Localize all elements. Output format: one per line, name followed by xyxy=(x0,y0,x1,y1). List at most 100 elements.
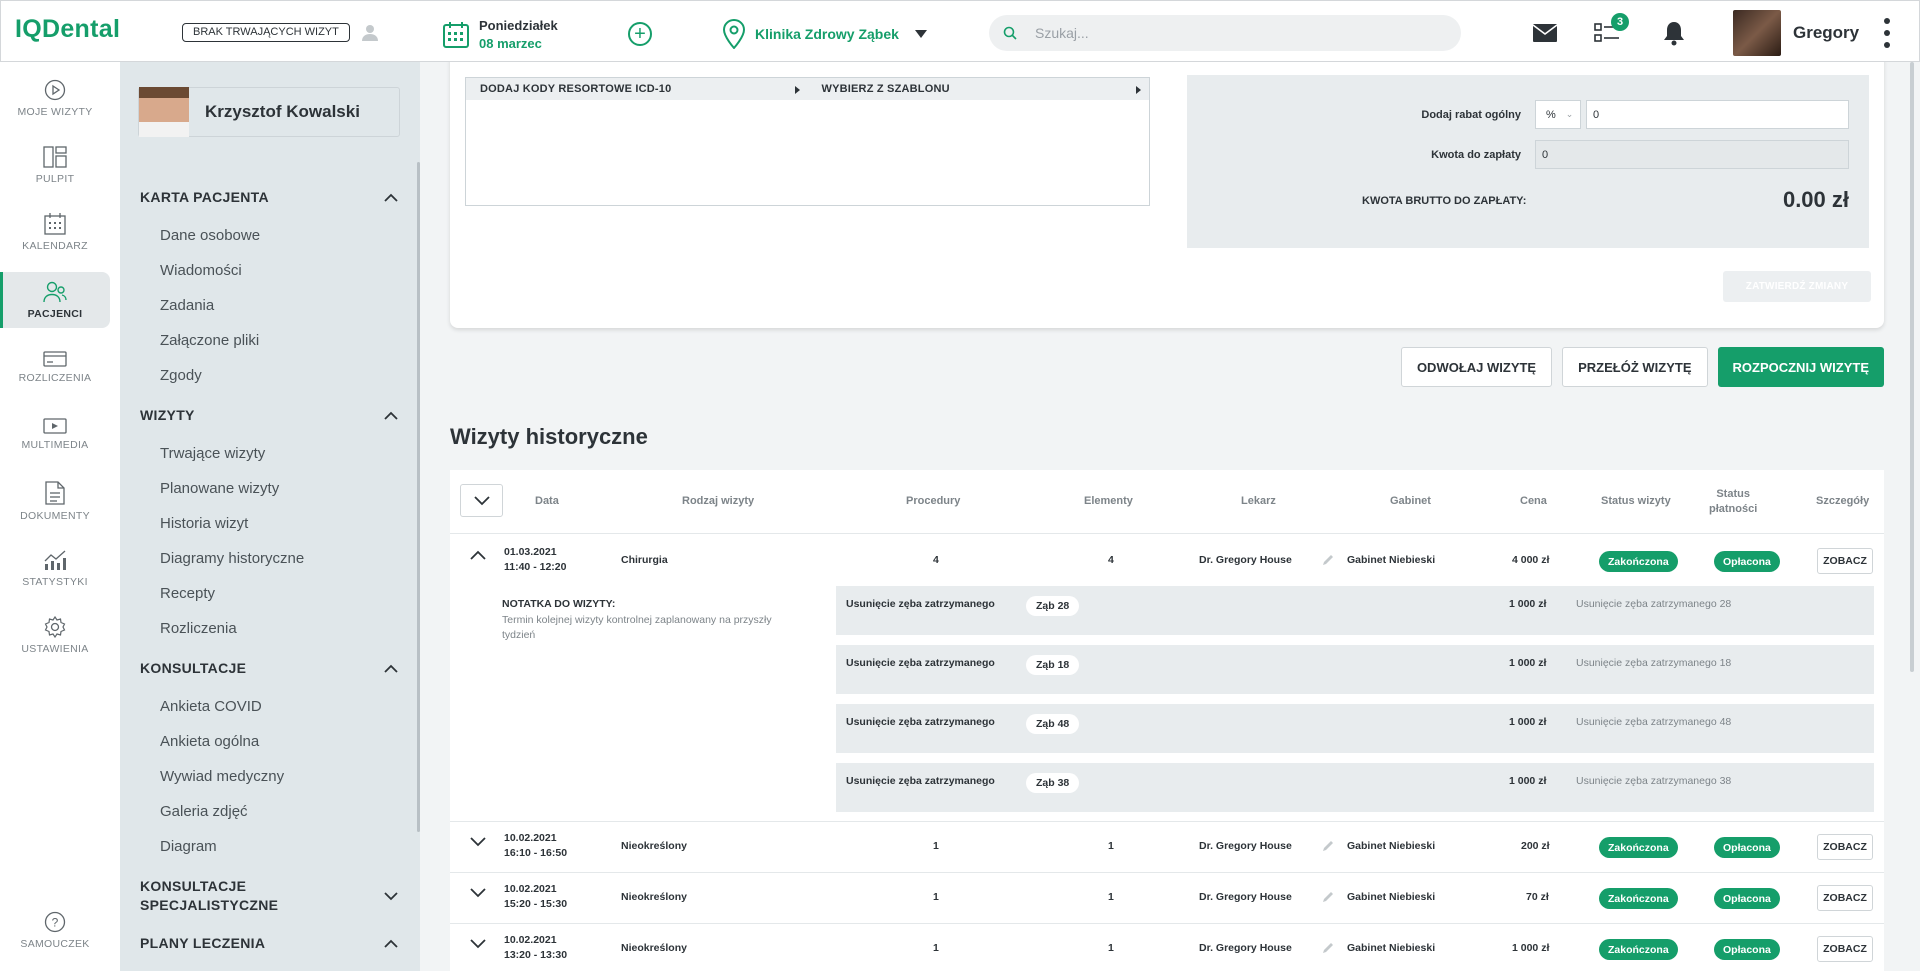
menu-messages[interactable]: Wiadomości xyxy=(160,262,242,279)
menu-personal-data[interactable]: Dane osobowe xyxy=(160,227,260,244)
col-doctor[interactable]: Lekarz xyxy=(1241,495,1276,507)
menu-settlements[interactable]: Rozliczenia xyxy=(160,620,237,637)
nav-label: STATYSTYKI xyxy=(22,575,88,588)
start-visit-button[interactable]: ROZPOCZNIJ WIZYTĘ xyxy=(1717,347,1884,387)
row-divider xyxy=(450,872,1884,873)
plus-icon: + xyxy=(634,23,646,45)
menu-visit-history[interactable]: Historia wizyt xyxy=(160,515,248,532)
pencil-icon[interactable] xyxy=(1321,839,1335,853)
nav-settings[interactable]: USTAWIENIA xyxy=(0,607,110,663)
pencil-icon[interactable] xyxy=(1321,890,1335,904)
visit-date: 10.02.2021 xyxy=(504,883,557,895)
mail-icon xyxy=(1532,24,1558,42)
nav-billing[interactable]: ROZLICZENIA xyxy=(0,339,110,395)
search-bar[interactable] xyxy=(989,15,1461,51)
discount-input[interactable]: 0 xyxy=(1586,100,1849,129)
menu-attached-files[interactable]: Załączone pliki xyxy=(160,332,259,349)
no-ongoing-visits-button[interactable]: BRAK TRWAJĄCYCH WIZYT xyxy=(182,23,350,42)
chevron-up-icon xyxy=(384,193,398,202)
menu-historical-diagrams[interactable]: Diagramy historyczne xyxy=(160,550,304,567)
menu-covid-survey[interactable]: Ankieta COVID xyxy=(160,698,262,715)
nav-tutorial[interactable]: ? SAMOUCZEK xyxy=(0,902,110,958)
chevron-down-icon[interactable] xyxy=(470,888,486,898)
discount-type-select[interactable]: % ⌄ xyxy=(1535,100,1581,129)
more-menu-button[interactable] xyxy=(1883,18,1891,48)
chevron-down-icon[interactable] xyxy=(470,837,486,847)
menu-planned-visits[interactable]: Planowane wizyty xyxy=(160,480,279,497)
procedure-description: Usunięcie zęba zatrzymanego 48 xyxy=(1576,716,1732,728)
app-logo[interactable]: IQDental xyxy=(15,15,120,44)
date-day: Poniedziałek xyxy=(479,18,558,33)
col-office[interactable]: Gabinet xyxy=(1390,495,1431,507)
username[interactable]: Gregory xyxy=(1793,23,1859,43)
tasks-button[interactable]: 3 xyxy=(1593,13,1629,47)
help-icon: ? xyxy=(44,911,66,932)
nav-patients[interactable]: PACJENCI xyxy=(0,272,110,328)
row-divider xyxy=(450,923,1884,924)
confirm-changes-button[interactable]: ZATWIERDŹ ZMIANY xyxy=(1723,271,1871,302)
reschedule-visit-button[interactable]: PRZEŁÓŻ WIZYTĘ xyxy=(1562,347,1708,387)
chevron-down-icon[interactable] xyxy=(470,939,486,949)
menu-prescriptions[interactable]: Recepty xyxy=(160,585,215,602)
details-button[interactable]: ZOBACZ xyxy=(1817,548,1873,574)
section-treatment-plans[interactable]: PLANY LECZENIA xyxy=(140,934,398,953)
notifications-button[interactable] xyxy=(1660,19,1688,47)
current-date[interactable]: Poniedziałek 08 marzec xyxy=(443,18,558,51)
pencil-icon[interactable] xyxy=(1321,553,1335,567)
menu-diagram[interactable]: Diagram xyxy=(160,838,217,855)
nav-calendar[interactable]: KALENDARZ xyxy=(0,204,110,260)
menu-ongoing-visits[interactable]: Trwające wizyty xyxy=(160,445,265,462)
cancel-visit-button[interactable]: ODWOŁAJ WIZYTĘ xyxy=(1400,347,1553,387)
col-visit-type[interactable]: Rodzaj wizyty xyxy=(682,495,754,507)
col-price[interactable]: Cena xyxy=(1520,495,1547,507)
add-visit-button[interactable]: + xyxy=(628,22,652,46)
menu-consents[interactable]: Zgody xyxy=(160,367,202,384)
nav-my-visits[interactable]: MOJE WIZYTY xyxy=(0,70,110,126)
visit-type: Chirurgia xyxy=(621,554,668,566)
procedure-item[interactable]: Usunięcie zęba zatrzymanego Ząb 28 1 000… xyxy=(836,586,1874,635)
user-avatar[interactable] xyxy=(1733,10,1781,56)
choose-template-button[interactable]: WYBIERZ Z SZABLONU xyxy=(808,78,1150,100)
expand-all-button[interactable] xyxy=(460,484,503,517)
col-visit-status[interactable]: Status wizyty xyxy=(1601,495,1671,507)
nav-dashboard[interactable]: PULPIT xyxy=(0,137,110,193)
search-input[interactable] xyxy=(1035,25,1435,41)
main-scrollbar[interactable] xyxy=(1910,62,1914,672)
col-details[interactable]: Szczegóły xyxy=(1816,495,1869,507)
details-button[interactable]: ZOBACZ xyxy=(1817,936,1873,962)
col-procedures[interactable]: Procedury xyxy=(906,495,960,507)
pencil-icon[interactable] xyxy=(1321,941,1335,955)
nav-statistics[interactable]: STATYSTYKI xyxy=(0,540,110,596)
menu-tasks[interactable]: Zadania xyxy=(160,297,214,314)
chevron-up-icon xyxy=(384,939,398,948)
section-visits[interactable]: WIZYTY xyxy=(140,406,398,425)
visit-status-badge: Zakończona xyxy=(1599,837,1678,858)
section-specialist-consultations[interactable]: KONSULTACJE SPECJALISTYCZNE xyxy=(140,877,398,915)
menu-medical-interview[interactable]: Wywiad medyczny xyxy=(160,768,284,785)
add-icd-codes-label: DODAJ KODY RESORTOWE ICD-10 xyxy=(480,83,672,95)
chevron-up-icon[interactable] xyxy=(470,550,486,560)
col-payment-status[interactable]: Status płatności xyxy=(1709,487,1757,517)
section-consultations[interactable]: KONSULTACJE xyxy=(140,659,398,678)
menu-general-survey[interactable]: Ankieta ogólna xyxy=(160,733,259,750)
procedure-price: 1 000 zł xyxy=(1509,598,1547,610)
visit-office: Gabinet Niebieski xyxy=(1347,891,1436,903)
menu-photo-gallery[interactable]: Galeria zdjęć xyxy=(160,803,248,820)
procedure-item[interactable]: Usunięcie zęba zatrzymanego Ząb 38 1 000… xyxy=(836,763,1874,812)
col-elements[interactable]: Elementy xyxy=(1084,495,1133,507)
details-button[interactable]: ZOBACZ xyxy=(1817,885,1873,911)
col-date[interactable]: Data xyxy=(535,495,559,507)
nav-documents[interactable]: DOKUMENTY xyxy=(0,473,110,529)
procedure-description: Usunięcie zęba zatrzymanego 38 xyxy=(1576,775,1732,787)
patient-card[interactable]: Krzysztof Kowalski xyxy=(138,87,400,137)
visit-office: Gabinet Niebieski xyxy=(1347,840,1436,852)
section-patient-card[interactable]: KARTA PACJENTA xyxy=(140,188,398,207)
nav-multimedia[interactable]: MULTIMEDIA xyxy=(0,406,110,462)
visit-procedures: 4 xyxy=(933,554,939,566)
messages-button[interactable] xyxy=(1531,19,1559,47)
add-icd-codes-button[interactable]: DODAJ KODY RESORTOWE ICD-10 xyxy=(466,78,808,100)
procedure-item[interactable]: Usunięcie zęba zatrzymanego Ząb 18 1 000… xyxy=(836,645,1874,694)
clinic-selector[interactable]: Klinika Zdrowy Ząbek xyxy=(723,19,927,49)
procedure-item[interactable]: Usunięcie zęba zatrzymanego Ząb 48 1 000… xyxy=(836,704,1874,753)
details-button[interactable]: ZOBACZ xyxy=(1817,834,1873,860)
